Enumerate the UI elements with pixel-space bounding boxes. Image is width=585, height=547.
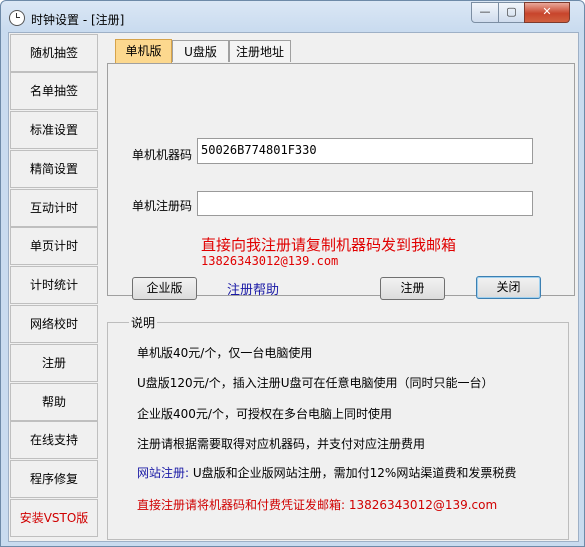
register-email: 13826343012@139.com — [201, 254, 339, 268]
machine-code-label: 单机机器码 — [132, 148, 193, 162]
close-button[interactable]: 关闭 — [476, 276, 541, 299]
sidebar-item-network-time[interactable]: 网络校时 — [10, 305, 98, 343]
description-title: 说明 — [129, 314, 158, 331]
reg-code-field[interactable] — [197, 191, 533, 216]
website-register-label: 网站注册: — [137, 466, 190, 480]
tab-register-address[interactable]: 注册地址 — [229, 40, 291, 62]
sidebar-item-register[interactable]: 注册 — [10, 344, 98, 382]
machine-code-field[interactable]: 50026B774801F330 — [197, 138, 533, 164]
register-button[interactable]: 注册 — [380, 277, 445, 300]
sidebar-item-interactive-timer[interactable]: 互动计时 — [10, 189, 98, 227]
register-help-link[interactable]: 注册帮助 — [227, 279, 279, 298]
sidebar-item-timer-stats[interactable]: 计时统计 — [10, 266, 98, 304]
reg-code-label: 单机注册码 — [132, 199, 193, 213]
window-title: 时钟设置 - [注册] — [31, 13, 125, 27]
sidebar-item-install-vsto[interactable]: 安装VSTO版 — [10, 499, 98, 537]
website-register-text: U盘版和企业版网站注册，需加付12%网站渠道费和发票税费 — [189, 466, 517, 480]
sidebar-item-page-timer[interactable]: 单页计时 — [10, 227, 98, 265]
register-notice: 直接向我注册请复制机器码发到我邮箱 — [201, 236, 457, 254]
tab-panel-standalone: 单机机器码 50026B774801F330 单机注册码 直接向我注册请复制机器… — [107, 63, 575, 296]
sidebar-item-program-repair[interactable]: 程序修复 — [10, 460, 98, 498]
sidebar-item-random-draw[interactable]: 随机抽签 — [10, 34, 98, 72]
desc-line-standalone: 单机版40元/个，仅一台电脑使用 — [137, 346, 313, 360]
desc-line-email: 直接注册请将机器码和付费凭证发邮箱: 13826343012@139.com — [137, 498, 498, 512]
clock-icon — [9, 10, 25, 26]
desc-line-usb: U盘版120元/个，插入注册U盘可在任意电脑使用（同时只能一台） — [137, 376, 494, 390]
minimize-button[interactable]: — — [471, 2, 499, 23]
sidebar-item-list-draw[interactable]: 名单抽签 — [10, 72, 98, 110]
client-area: 随机抽签 名单抽签 标准设置 精简设置 互动计时 单页计时 计时统计 网络校时 … — [8, 32, 579, 542]
sidebar-item-simple-settings[interactable]: 精简设置 — [10, 150, 98, 188]
enterprise-button[interactable]: 企业版 — [132, 277, 197, 300]
tab-standalone[interactable]: 单机版 — [115, 39, 172, 63]
close-window-button[interactable]: ✕ — [524, 2, 570, 23]
desc-line-website: 网站注册: U盘版和企业版网站注册，需加付12%网站渠道费和发票税费 — [137, 464, 516, 481]
sidebar-item-online-support[interactable]: 在线支持 — [10, 421, 98, 459]
maximize-button[interactable]: ▢ — [498, 2, 525, 23]
sidebar-item-standard-settings[interactable]: 标准设置 — [10, 111, 98, 149]
app-window: 时钟设置 - [注册] — ▢ ✕ 随机抽签 名单抽签 标准设置 精简设置 互动… — [0, 0, 585, 547]
tab-usb[interactable]: U盘版 — [172, 40, 229, 62]
desc-line-machine-code: 注册请根据需要取得对应机器码，并支付对应注册费用 — [137, 437, 426, 451]
desc-line-enterprise: 企业版400元/个，可授权在多台电脑上同时使用 — [137, 407, 392, 421]
sidebar-item-help[interactable]: 帮助 — [10, 383, 98, 421]
title-bar[interactable]: 时钟设置 - [注册] — ▢ ✕ — [1, 1, 584, 35]
